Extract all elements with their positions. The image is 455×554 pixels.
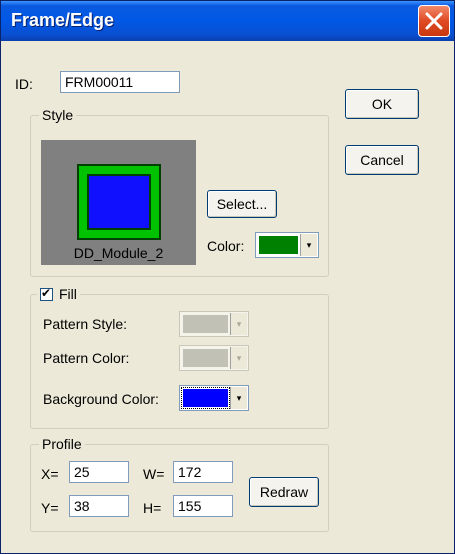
y-label: Y= bbox=[41, 500, 59, 516]
title-bar[interactable]: Frame/Edge bbox=[1, 1, 454, 41]
h-label: H= bbox=[143, 500, 162, 516]
pattern-color-label: Pattern Color: bbox=[43, 350, 130, 366]
window-title: Frame/Edge bbox=[11, 10, 115, 30]
chevron-down-icon: ▾ bbox=[230, 347, 247, 369]
chevron-down-icon: ▾ bbox=[230, 313, 247, 335]
check-icon: ✔ bbox=[41, 285, 52, 300]
close-button[interactable] bbox=[418, 5, 450, 37]
line-color-combo[interactable]: ▾ bbox=[255, 232, 319, 258]
profile-group: Profile X= 25 Y= 38 W= 172 H= 155 Redraw bbox=[30, 436, 329, 532]
w-field[interactable]: 172 bbox=[173, 461, 233, 483]
redraw-button[interactable]: Redraw bbox=[249, 477, 319, 507]
x-label: X= bbox=[41, 466, 59, 482]
y-field[interactable]: 38 bbox=[69, 495, 129, 517]
pattern-style-label: Pattern Style: bbox=[43, 316, 128, 332]
h-field[interactable]: 155 bbox=[173, 495, 233, 517]
color-label: Color: bbox=[207, 238, 245, 254]
pattern-color-swatch bbox=[183, 349, 228, 367]
style-preview[interactable]: DD_Module_2 bbox=[41, 140, 196, 265]
w-label: W= bbox=[143, 466, 165, 482]
id-field[interactable]: FRM00011 bbox=[60, 71, 180, 93]
fill-checkbox[interactable]: ✔ bbox=[40, 285, 53, 301]
frame-edge-dialog: Frame/Edge ID: FRM00011 OK Cancel Style … bbox=[0, 0, 455, 554]
style-preview-label: DD_Module_2 bbox=[73, 245, 164, 261]
style-group: Style DD_Module_2 Select... Color: ▾ bbox=[30, 107, 329, 277]
fill-group: ✔ Fill Pattern Style: ▾ Pattern Color: ▾… bbox=[30, 286, 329, 429]
cancel-button[interactable]: Cancel bbox=[345, 145, 419, 175]
pattern-style-combo: ▾ bbox=[179, 311, 249, 337]
ok-button[interactable]: OK bbox=[345, 89, 419, 119]
profile-legend: Profile bbox=[39, 436, 85, 452]
style-legend: Style bbox=[39, 107, 77, 123]
background-color-combo[interactable]: ▾ bbox=[179, 385, 249, 411]
background-color-label: Background Color: bbox=[43, 391, 159, 407]
close-icon bbox=[425, 12, 443, 30]
chevron-down-icon[interactable]: ▾ bbox=[300, 234, 317, 256]
fill-legend: ✔ Fill bbox=[37, 286, 80, 302]
select-style-button[interactable]: Select... bbox=[207, 190, 277, 218]
frame-preview-shape bbox=[77, 164, 161, 240]
frame-preview-fill bbox=[87, 174, 151, 230]
dialog-body: ID: FRM00011 OK Cancel Style DD_Module_2… bbox=[5, 41, 452, 551]
fill-label[interactable]: Fill bbox=[59, 286, 77, 302]
id-label: ID: bbox=[15, 76, 33, 92]
background-color-swatch bbox=[181, 387, 230, 409]
x-field[interactable]: 25 bbox=[69, 461, 129, 483]
pattern-color-combo: ▾ bbox=[179, 345, 249, 371]
pattern-style-swatch bbox=[183, 315, 228, 333]
line-color-swatch bbox=[259, 236, 298, 254]
chevron-down-icon[interactable]: ▾ bbox=[230, 387, 247, 409]
